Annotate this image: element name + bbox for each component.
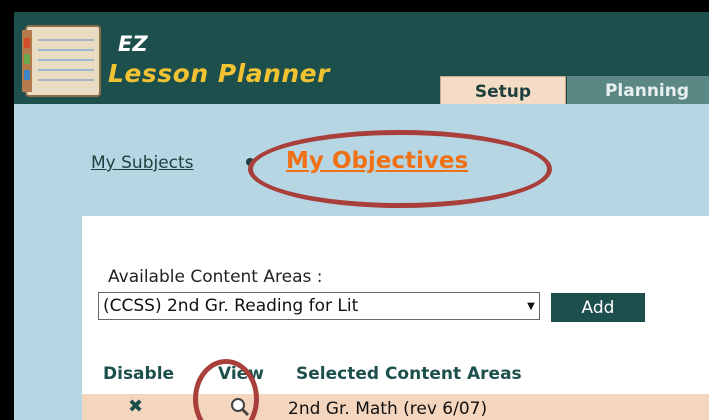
- selected-content-area-name: 2nd Gr. Math (rev 6/07): [288, 399, 488, 419]
- content-area-select[interactable]: (CCSS) 2nd Gr. Reading for Lit ▼: [98, 292, 540, 320]
- annotation-circle-objectives: [248, 130, 552, 208]
- content-areas-panel: Available Content Areas : (CCSS) 2nd Gr.…: [82, 216, 709, 420]
- tab-planning[interactable]: Planning: [567, 76, 709, 106]
- outer-border-left: [0, 0, 14, 420]
- available-content-areas-label: Available Content Areas :: [108, 267, 323, 287]
- disable-x-icon[interactable]: ✖: [128, 396, 143, 417]
- dropdown-arrow-icon: ▼: [527, 300, 535, 312]
- column-header-disable: Disable: [103, 364, 175, 384]
- main-content: My Subjects My Objectives Available Cont…: [14, 104, 709, 420]
- app-window: EZ Lesson Planner Setup Planning My Subj…: [0, 0, 709, 420]
- app-title-ez: EZ: [118, 32, 148, 56]
- my-subjects-link[interactable]: My Subjects: [91, 153, 194, 173]
- notebook-logo-icon: [22, 25, 101, 97]
- app-header: EZ Lesson Planner Setup Planning: [14, 12, 709, 106]
- table-row: ✖ 2nd Gr. Math (rev 6/07): [82, 394, 709, 420]
- tab-setup[interactable]: Setup: [440, 76, 566, 106]
- add-button[interactable]: Add: [551, 293, 645, 322]
- outer-border-top: [0, 0, 709, 12]
- app-title-lesson-planner: Lesson Planner: [108, 59, 330, 88]
- column-header-selected-content-areas: Selected Content Areas: [296, 364, 522, 384]
- content-area-select-value: (CCSS) 2nd Gr. Reading for Lit: [103, 296, 359, 316]
